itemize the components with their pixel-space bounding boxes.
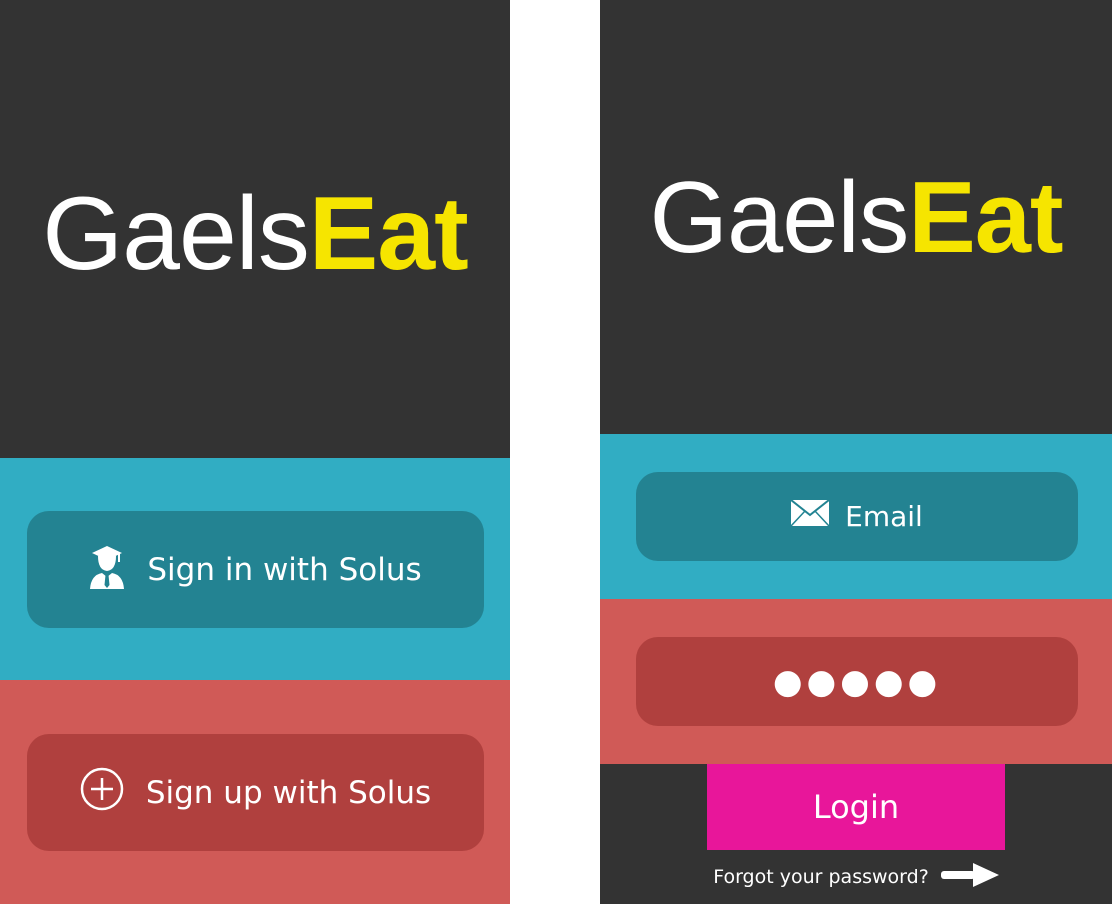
forgot-password-label: Forgot your password?: [713, 866, 929, 888]
signin-label: Sign in with Solus: [147, 551, 422, 588]
password-field[interactable]: ●●●●●: [636, 637, 1078, 726]
email-field[interactable]: Email: [636, 472, 1078, 561]
signup-with-solus-button[interactable]: Sign up with Solus: [27, 734, 484, 851]
logo-text-gaels: Gaels: [42, 176, 310, 292]
logo-text-eat: Eat: [908, 162, 1063, 274]
arrow-right-icon: [929, 862, 999, 892]
login-button[interactable]: Login: [707, 764, 1005, 850]
login-label: Login: [812, 788, 900, 826]
signin-with-solus-button[interactable]: Sign in with Solus: [27, 511, 484, 628]
envelope-icon: [790, 499, 830, 533]
login-screen: GaelsEat Email ●●●●● Login Forgot your p…: [600, 0, 1112, 904]
plus-circle-icon: [80, 767, 124, 819]
welcome-screen: GaelsEat Sign in with Solus Sign up with…: [0, 0, 510, 904]
logo-text-eat: Eat: [308, 176, 469, 292]
graduate-icon: [89, 543, 125, 597]
signup-label: Sign up with Solus: [145, 774, 432, 811]
password-dots: ●●●●●: [772, 661, 942, 702]
forgot-password-link[interactable]: Forgot your password?: [600, 862, 1112, 892]
email-placeholder: Email: [845, 500, 923, 533]
logo-text-gaels: Gaels: [649, 162, 909, 274]
app-logo: GaelsEat: [0, 182, 510, 286]
app-logo: GaelsEat: [600, 168, 1112, 269]
